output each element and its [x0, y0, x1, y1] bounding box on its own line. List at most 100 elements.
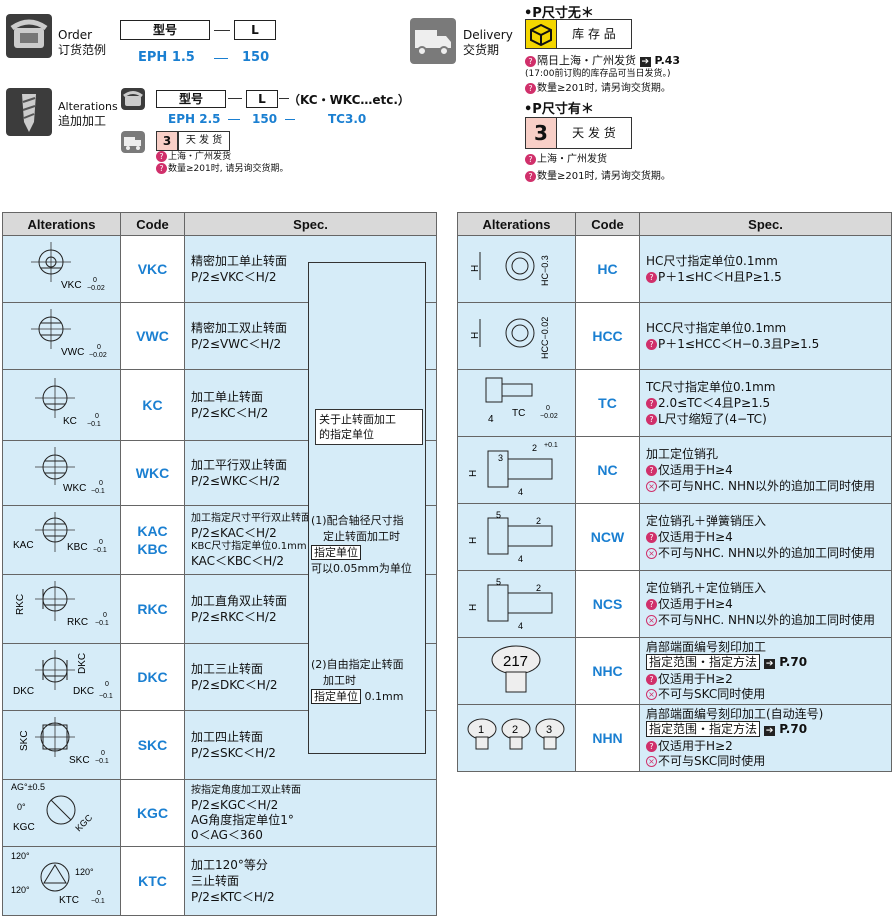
- ncw-diagram: H 5 2 4: [457, 503, 576, 571]
- svg-text:H: H: [468, 537, 479, 544]
- hcc-diagram: H HCC−0.02: [457, 302, 576, 370]
- order-model-box: 型号: [120, 20, 210, 40]
- svg-text:AG°±0.5: AG°±0.5: [11, 782, 45, 792]
- svg-text:5: 5: [496, 577, 501, 587]
- kc-diagram: KC 0 −0.1: [2, 369, 121, 441]
- nhc-page-ref: P.70: [779, 655, 808, 669]
- svg-text:3: 3: [546, 724, 552, 736]
- svg-text:H: H: [468, 470, 479, 477]
- delivery-page-ref: P.43: [654, 54, 681, 67]
- header-spec: Spec.: [639, 212, 892, 236]
- svg-text:2: 2: [536, 583, 541, 593]
- spec-tc: TC尺寸指定单位0.1mm? 2.0≤TC＜4且P≥1.5? L尺寸缩短了(4−TC…: [639, 369, 892, 437]
- order-example-model: EPH 1.5: [138, 50, 195, 65]
- spec-hcc: HCC尺寸指定单位0.1mm? P＋1≤HCC＜H−0.3且P≥1.5: [639, 302, 892, 370]
- rkc-diagram: RKC RKC 0 −0.1: [2, 574, 121, 644]
- svg-text:2: 2: [536, 516, 541, 526]
- dkc-diagram: DKC DKC DKC 0 −0.1: [2, 643, 121, 711]
- svg-text:−0.1: −0.1: [93, 547, 107, 554]
- alterations-tool-icon: [6, 88, 52, 136]
- code-tc: TC: [575, 369, 640, 437]
- alt-example-code: TC3.0: [328, 112, 367, 126]
- delivery-days-label: 天 发 货: [556, 117, 632, 149]
- svg-text:−0.02: −0.02: [540, 413, 558, 420]
- delivery-days-number: 3: [525, 117, 557, 149]
- table-row: H HCC−0.02 HCC HCC尺寸指定单位0.1mm? P＋1≤HCC＜H−0…: [457, 302, 892, 370]
- svg-text:TC: TC: [512, 408, 525, 419]
- spec-nhn: 肩部端面编号刻印加工(自动连号) 指定范围・指定方法 ➔ P.70? 仅适用于H≥2…: [639, 704, 892, 772]
- alt-example-model: EPH 2.5: [168, 112, 221, 126]
- alterations-phone-icon: [121, 88, 145, 110]
- spec-kgc: 按指定角度加工双止转面 P/2≤KGC＜H/2 AG角度指定单位1° 0＜AG＜360: [184, 779, 437, 847]
- header-code: Code: [575, 212, 640, 236]
- p-has-title: •P尺寸有＊: [524, 102, 594, 117]
- svg-text:4: 4: [518, 621, 523, 631]
- ktc-diagram: 120° 120° 120° KTC 0 −0.1: [2, 846, 121, 916]
- stop-face-unit-panel: 关于止转面加工 的指定单位 (1)配合轴径尺寸指 定止转面加工时 指定单位 可以…: [308, 262, 426, 754]
- ncs-diagram: H 5 2 4: [457, 570, 576, 638]
- svg-text:0: 0: [105, 681, 109, 688]
- code-nhn: NHN: [575, 704, 640, 772]
- code-nhc: NHC: [575, 637, 640, 705]
- table-row: H 5 2 4 NCS 定位销孔＋定位销压入? 仅适用于H≥4 × 不可与NHC. NHN以…: [457, 570, 892, 638]
- svg-text:KBC: KBC: [67, 542, 88, 553]
- svg-text:120°: 120°: [75, 867, 94, 877]
- svg-text:−0.1: −0.1: [91, 898, 105, 905]
- code-vkc: VKC: [120, 235, 185, 303]
- alt-days-number: 3: [156, 131, 178, 151]
- alterations-label-cn: 追加加工: [58, 114, 107, 128]
- alt-truck-icon: [121, 131, 145, 153]
- svg-text:VKC: VKC: [61, 280, 82, 291]
- vkc-diagram: VKC 0 −0.02: [2, 235, 121, 303]
- svg-text:−0.1: −0.1: [87, 421, 101, 428]
- order-label-en: Order: [58, 28, 93, 42]
- code-wkc: WKC: [120, 440, 185, 506]
- svg-text:120°: 120°: [11, 851, 30, 861]
- spec-hc: HC尺寸指定单位0.1mm? P＋1≤HC＜H且P≥1.5: [639, 235, 892, 303]
- table-row: 4 TC 0 −0.02 TC TC尺寸指定单位0.1mm? 2.0≤TC＜4且P≥1.…: [457, 369, 892, 437]
- svg-text:4: 4: [518, 487, 523, 497]
- svg-text:0: 0: [97, 344, 101, 351]
- spec-nc: 加工定位销孔? 仅适用于H≥4 × 不可与NHC. NHN以外的追加工同时使用: [639, 436, 892, 504]
- stop-face-unit-box: 关于止转面加工 的指定单位: [315, 409, 423, 445]
- svg-text:RKC: RKC: [15, 594, 26, 615]
- delivery-note-cutoff: (17:00前订购的库存品可当日发货。): [525, 69, 671, 79]
- spec-ncw: 定位销孔＋弹簧销压入? 仅适用于H≥4 × 不可与NHC. NHN以外的追加工同时使用: [639, 503, 892, 571]
- svg-text:KAC: KAC: [13, 540, 34, 551]
- svg-text:0: 0: [99, 480, 103, 487]
- code-dkc: DKC: [120, 643, 185, 711]
- svg-text:RKC: RKC: [67, 617, 88, 628]
- alt-length-box: L: [246, 90, 278, 108]
- table-row: AG°±0.5 0° KGC KGC KGC 按指定角度加工双止转面 P/2≤KGC＜H…: [2, 779, 437, 847]
- header-alterations: Alterations: [457, 212, 576, 236]
- svg-text:−0.1: −0.1: [95, 758, 109, 765]
- svg-text:DKC: DKC: [77, 653, 88, 674]
- kgc-diagram: AG°±0.5 0° KGC KGC: [2, 779, 121, 847]
- note-1: (1)配合轴径尺寸指 定止转面加工时 指定单位 可以0.05mm为单位: [311, 514, 412, 575]
- svg-text:2: 2: [512, 724, 518, 736]
- code-hc: HC: [575, 235, 640, 303]
- nhn-page-ref: P.70: [779, 722, 808, 736]
- svg-text:SKC: SKC: [19, 730, 30, 751]
- table-row: H HC−0.3 HC HC尺寸指定单位0.1mm? P＋1≤HC＜H且P≥1.5: [457, 235, 892, 303]
- stock-label: 库 存 品: [556, 19, 632, 49]
- svg-text:0: 0: [97, 890, 101, 897]
- code-vwc: VWC: [120, 302, 185, 370]
- svg-text:4: 4: [518, 554, 523, 564]
- code-kc: KC: [120, 369, 185, 441]
- vwc-diagram: VWC 0 −0.02: [2, 302, 121, 370]
- svg-text:KGC: KGC: [13, 822, 35, 833]
- alt-example-length: 150: [252, 112, 278, 126]
- skc-diagram: SKC SKC 0 −0.1: [2, 710, 121, 780]
- svg-text:120°: 120°: [11, 885, 30, 895]
- delivery-label-en: Delivery: [463, 28, 513, 42]
- order-example-length: 150: [242, 50, 270, 65]
- header-code: Code: [120, 212, 185, 236]
- nhc-diagram: 217: [457, 637, 576, 705]
- svg-text:5: 5: [496, 510, 501, 520]
- svg-text:1: 1: [478, 724, 484, 736]
- svg-text:KC: KC: [63, 416, 77, 427]
- svg-text:+0.1: +0.1: [544, 442, 558, 449]
- svg-text:0°: 0°: [17, 802, 26, 812]
- alt-note-qty: ? 数量≥201时, 请另询交货期。: [156, 163, 288, 175]
